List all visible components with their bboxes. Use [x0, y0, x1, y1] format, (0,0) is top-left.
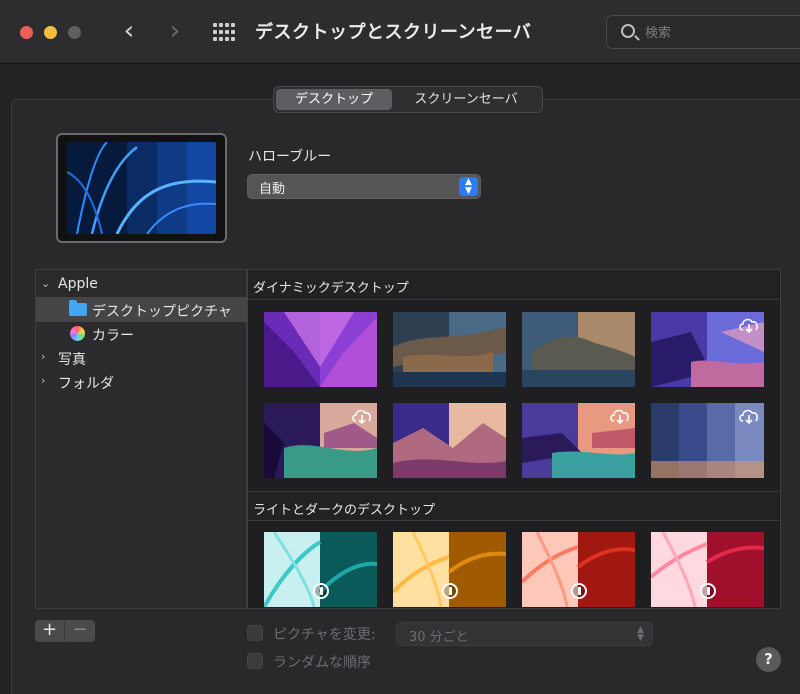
remove-folder-button[interactable]: −	[65, 620, 95, 642]
folder-icon	[69, 300, 87, 316]
wallpaper-thumbnail[interactable]	[264, 532, 377, 607]
chevron-left-icon[interactable]: ‹	[116, 18, 142, 46]
wallpaper-gallery: ダイナミックデスクトップ ライトとダークのデスクトップ	[247, 269, 781, 609]
title-bar: ‹ › デスクトップとスクリーンセーバ	[0, 0, 800, 64]
cloud-download-icon[interactable]	[738, 316, 760, 334]
tab-screensaver[interactable]: スクリーンセーバ	[392, 89, 540, 110]
sidebar-item-colors[interactable]: カラー	[36, 321, 247, 346]
appearance-mode-select[interactable]: 自動 ▲ ▼	[247, 174, 481, 199]
chevron-right-icon[interactable]: ›	[162, 18, 188, 46]
help-button[interactable]: ?	[756, 647, 781, 672]
light-dark-dial-icon	[312, 583, 329, 599]
grid-icon[interactable]	[213, 23, 235, 43]
light-dark-dial-icon	[570, 583, 587, 599]
add-remove-control: + −	[35, 620, 95, 642]
window-title: デスクトップとスクリーンセーバ	[255, 22, 532, 43]
appearance-mode-value: 自動	[259, 182, 286, 197]
light-dark-dial-icon	[441, 583, 458, 599]
search-icon	[621, 24, 635, 38]
cloud-download-icon[interactable]	[738, 407, 760, 425]
section-dynamic-desktop: ダイナミックデスクトップ	[248, 270, 780, 300]
preview-image	[67, 142, 216, 234]
change-interval-select[interactable]: 30 分ごと ▲ ▼	[396, 622, 653, 646]
close-button[interactable]	[20, 26, 33, 39]
change-picture-label: ピクチャを変更:	[273, 627, 376, 643]
tab-desktop[interactable]: デスクトップ	[276, 89, 392, 110]
chevron-right-icon[interactable]: ›	[41, 350, 45, 363]
wallpaper-thumbnail[interactable]	[522, 403, 635, 478]
chevron-updown-icon: ▲ ▼	[459, 177, 478, 196]
chevron-down-icon[interactable]: ⌄	[41, 277, 50, 290]
chevron-right-icon[interactable]: ›	[41, 374, 45, 387]
random-order-label: ランダムな順序	[273, 655, 371, 671]
wallpaper-thumbnail[interactable]	[522, 312, 635, 387]
change-picture-checkbox[interactable]	[247, 625, 263, 641]
zoom-button[interactable]	[68, 26, 81, 39]
cloud-download-icon[interactable]	[351, 407, 373, 425]
search-field[interactable]	[606, 15, 800, 49]
source-list: ⌄ Apple デスクトップピクチャ カラー › 写真 › フォルダ	[35, 269, 247, 609]
light-dark-dial-icon	[699, 583, 716, 599]
add-folder-button[interactable]: +	[35, 620, 65, 642]
sidebar-item-photos[interactable]: › 写真	[36, 345, 247, 370]
color-wheel-icon	[70, 326, 85, 341]
wallpaper-name: ハローブルー	[248, 149, 332, 165]
wallpaper-thumbnail[interactable]	[393, 532, 506, 607]
wallpaper-thumbnail[interactable]	[522, 532, 635, 607]
wallpaper-thumbnail[interactable]	[264, 312, 377, 387]
wallpaper-thumbnail[interactable]	[264, 403, 377, 478]
wallpaper-thumbnail[interactable]	[393, 403, 506, 478]
wallpaper-thumbnail[interactable]	[393, 312, 506, 387]
wallpaper-thumbnail[interactable]	[651, 532, 764, 607]
wallpaper-thumbnail[interactable]	[651, 312, 764, 387]
change-interval-value: 30 分ごと	[409, 630, 469, 645]
wallpaper-preview	[56, 133, 227, 243]
wallpaper-thumbnail[interactable]	[651, 403, 764, 478]
sidebar-item-folders[interactable]: › フォルダ	[36, 369, 247, 394]
sidebar-item-desktop-pictures[interactable]: デスクトップピクチャ	[36, 297, 247, 322]
sidebar-item-apple[interactable]: ⌄ Apple	[36, 272, 247, 297]
section-light-dark-desktop: ライトとダークのデスクトップ	[248, 491, 780, 521]
tab-control: デスクトップ スクリーンセーバ	[273, 86, 543, 113]
minimize-button[interactable]	[44, 26, 57, 39]
cloud-download-icon[interactable]	[609, 407, 631, 425]
search-input[interactable]	[645, 23, 800, 43]
chevron-updown-icon: ▲ ▼	[637, 625, 644, 643]
random-order-checkbox[interactable]	[247, 653, 263, 669]
